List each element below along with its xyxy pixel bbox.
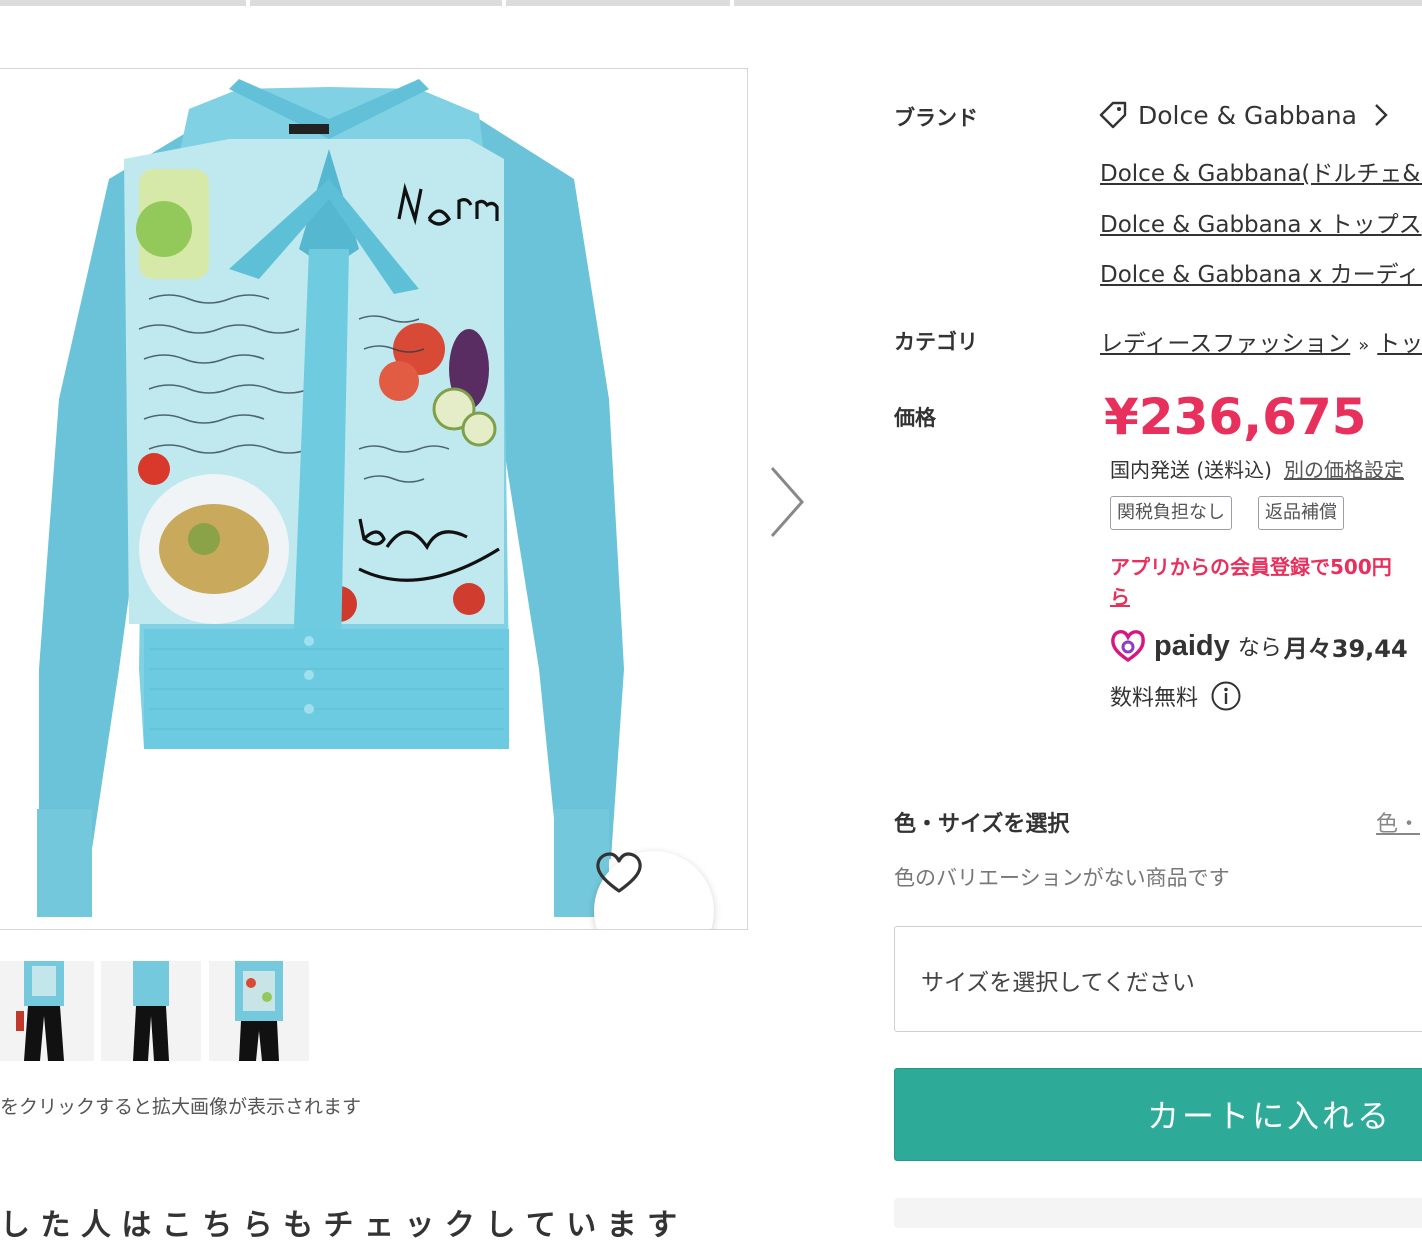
promo-line-1: アプリからの会員登録で500円 <box>1110 555 1392 579</box>
price-label: 価格 <box>894 406 936 430</box>
thumbnail-1[interactable] <box>0 961 94 1061</box>
brand-name: Dolce & Gabbana <box>1138 100 1357 130</box>
thumbnail-3[interactable] <box>209 961 309 1061</box>
thumbnail-2[interactable] <box>101 961 201 1061</box>
next-image-arrow[interactable] <box>764 462 810 542</box>
cardigan-illustration <box>37 79 624 917</box>
heart-icon <box>596 852 642 893</box>
info-icon[interactable] <box>1210 680 1242 712</box>
paidy-nara: なら <box>1237 636 1282 661</box>
other-price-link[interactable]: 別の価格設定 <box>1284 458 1404 482</box>
category-link-1[interactable]: レディースファッション <box>1100 331 1350 357</box>
paidy-word: paidy <box>1154 629 1230 662</box>
add-to-cart-label: カートに入れる <box>1147 1097 1393 1135</box>
paidy-installment: paidy なら 月々39,44 <box>1110 628 1408 664</box>
thumbnail-hint: をクリックすると拡大画像が表示されます <box>0 1096 362 1118</box>
return-guarantee-badge: 返品補償 <box>1258 496 1344 530</box>
no-color-variation-note: 色のバリエーションがない商品です <box>894 866 1230 890</box>
tag-icon <box>1099 101 1127 129</box>
category-label: カテゴリ <box>894 330 978 354</box>
next-section-box <box>894 1198 1422 1228</box>
brand-link[interactable]: Dolce & Gabbana <box>1098 100 1389 130</box>
size-select-placeholder: サイズを選択してください <box>921 970 1195 996</box>
thumbnail-image <box>209 961 309 1061</box>
price-value: ¥236,675 <box>1104 388 1367 446</box>
category-separator: » <box>1358 335 1370 356</box>
fee-free-text: 数料無料 <box>1110 686 1199 711</box>
duty-free-badge: 関税負担なし <box>1110 496 1232 530</box>
shipping-info: 国内発送 (送料込) 別の価格設定 <box>1110 454 1404 483</box>
category-breadcrumb: レディースファッション » トップ <box>1100 324 1422 358</box>
thumbnail-image <box>0 961 94 1061</box>
selection-heading: 色・サイズを選択 <box>894 812 1070 837</box>
size-select[interactable]: サイズを選択してください <box>894 926 1422 1032</box>
related-items-heading: し た 人 は こ ち ら も チ ェ ッ ク し て い ま す <box>0 1208 678 1243</box>
fee-free-row: 数料無料 <box>1110 680 1242 712</box>
size-guide-link[interactable]: 色・ <box>1376 806 1420 838</box>
app-signup-promo[interactable]: アプリからの会員登録で500円 ら <box>1110 552 1392 612</box>
chevron-right-icon <box>770 467 805 537</box>
paidy-monthly-amount: 月々39,44 <box>1283 634 1408 663</box>
promo-line-2: ら <box>1110 585 1130 609</box>
brand-sublink-1[interactable]: Dolce & Gabbana(ドルチェ&ガ <box>1100 154 1422 188</box>
shipping-text: 国内発送 (送料込) <box>1110 458 1272 482</box>
brand-sublink-2[interactable]: Dolce & Gabbana x トップス <box>1100 205 1422 239</box>
thumbnail-image <box>101 961 201 1061</box>
brand-label: ブランド <box>894 106 978 130</box>
category-link-2[interactable]: トップ <box>1377 331 1422 357</box>
main-product-image[interactable] <box>0 68 748 930</box>
paidy-logo-icon <box>1111 630 1145 663</box>
chevron-right-icon <box>1375 104 1388 126</box>
top-divider <box>0 0 1422 6</box>
brand-sublink-3[interactable]: Dolce & Gabbana x カーディガ <box>1100 255 1422 289</box>
add-to-cart-button[interactable]: カートに入れる <box>894 1068 1422 1161</box>
